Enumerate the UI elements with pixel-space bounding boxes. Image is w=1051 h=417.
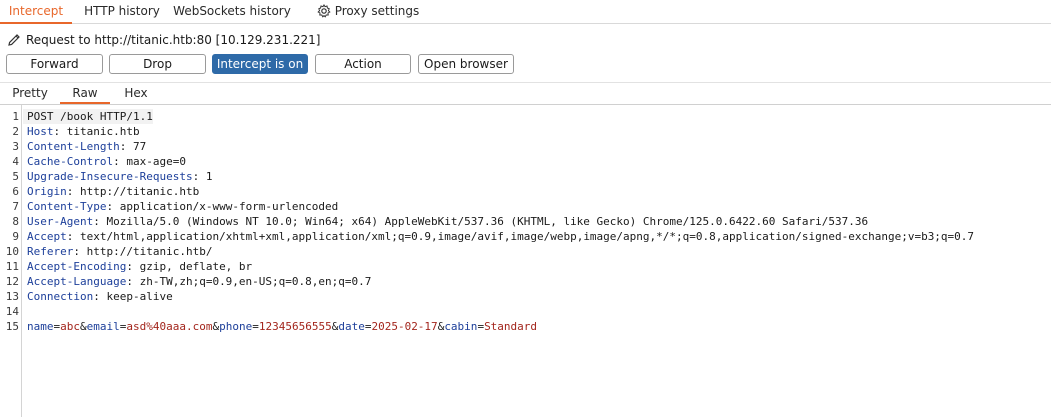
pencil-icon[interactable]	[6, 32, 22, 48]
line-number: 15	[5, 320, 19, 333]
header-name: Cache-Control	[27, 155, 114, 168]
header-name: Accept-Language	[27, 275, 127, 288]
header-name: Accept	[27, 230, 67, 243]
param-value: 2025-02-17	[371, 320, 438, 333]
line-number: 2	[12, 125, 19, 138]
header-name: Host	[27, 125, 54, 138]
line-number: 1	[12, 110, 19, 123]
header-line: Referer: http://titanic.htb/	[27, 245, 213, 258]
header-value: zh-TW,zh;q=0.9,en-US;q=0.8,en;q=0.7	[139, 275, 372, 288]
tab-proxy-settings[interactable]: Proxy settings	[316, 0, 420, 24]
param-key: name	[27, 320, 54, 333]
header-line: Content-Length: 77	[27, 140, 147, 153]
line-number: 9	[12, 230, 19, 243]
line-number: 7	[12, 200, 19, 213]
intercept-toggle-button[interactable]: Intercept is on	[212, 54, 308, 74]
header-value: 1	[205, 170, 213, 183]
drop-button[interactable]: Drop	[109, 54, 206, 74]
param-value: 12345656555	[258, 320, 332, 333]
header-value: application/x-www-form-urlencoded	[119, 200, 339, 213]
forward-button[interactable]: Forward	[6, 54, 103, 74]
param-value: Standard	[484, 320, 538, 333]
line-number: 14	[5, 305, 19, 318]
header-value: keep-alive	[106, 290, 173, 303]
header-name: User-Agent	[27, 215, 94, 228]
divider	[0, 82, 1051, 83]
open-browser-button[interactable]: Open browser	[418, 54, 514, 74]
param-key: phone	[219, 320, 253, 333]
request-target-text: Request to http://titanic.htb:80 [10.129…	[26, 33, 321, 47]
header-value: titanic.htb	[66, 125, 140, 138]
header-name: Referer	[27, 245, 74, 258]
tab-proxy-settings-label: Proxy settings	[334, 4, 420, 18]
header-value: http://titanic.htb/	[86, 245, 213, 258]
header-name: Content-Type	[27, 200, 107, 213]
header-line: Accept-Language: zh-TW,zh;q=0.9,en-US;q=…	[27, 275, 372, 288]
header-name: Content-Length	[27, 140, 120, 153]
param-value: abc	[60, 320, 80, 333]
header-line: Accept: text/html,application/xhtml+xml,…	[27, 230, 975, 243]
header-value: http://titanic.htb	[80, 185, 200, 198]
header-name: Origin	[27, 185, 67, 198]
param-value: asd%40aaa.com	[126, 320, 213, 333]
gear-icon	[317, 3, 331, 18]
header-line: Content-Type: application/x-www-form-url…	[27, 200, 339, 213]
header-name: Accept-Encoding	[27, 260, 127, 273]
header-value: Mozilla/5.0 (Windows NT 10.0; Win64; x64…	[106, 215, 869, 228]
param-key: date	[338, 320, 365, 333]
header-value: text/html,application/xhtml+xml,applicat…	[80, 230, 975, 243]
param-key: cabin	[444, 320, 478, 333]
line-number: 8	[12, 215, 19, 228]
line-number: 4	[12, 155, 19, 168]
request-body: name=abc&email=asd%40aaa.com&phone=12345…	[27, 320, 538, 333]
line-number: 10	[5, 245, 19, 258]
tab-websockets-history[interactable]: WebSockets history	[172, 0, 292, 24]
tab-intercept[interactable]: Intercept	[0, 0, 72, 24]
line-number: 11	[5, 260, 19, 273]
header-name: Upgrade-Insecure-Requests	[27, 170, 193, 183]
request-target: Request to http://titanic.htb:80 [10.129…	[6, 31, 320, 49]
tab-http-history[interactable]: HTTP history	[80, 0, 164, 24]
param-key: email	[86, 320, 120, 333]
tab-hex[interactable]: Hex	[114, 85, 158, 104]
header-line: Cache-Control: max-age=0	[27, 155, 186, 168]
tab-raw[interactable]: Raw	[60, 85, 110, 104]
header-line: User-Agent: Mozilla/5.0 (Windows NT 10.0…	[27, 215, 869, 228]
header-name: Connection	[27, 290, 94, 303]
action-button[interactable]: Action	[315, 54, 411, 74]
header-value: max-age=0	[126, 155, 186, 168]
tab-pretty[interactable]: Pretty	[8, 85, 52, 104]
line-number: 12	[5, 275, 19, 288]
line-number: 6	[12, 185, 19, 198]
divider	[0, 104, 1051, 105]
header-line: Origin: http://titanic.htb	[27, 185, 200, 198]
line-number-gutter: 1 2 3 4 5 6 7 8 9 10 11 12 13 14 15	[0, 105, 22, 417]
line-number: 3	[12, 140, 19, 153]
header-line: Accept-Encoding: gzip, deflate, br	[27, 260, 253, 273]
header-value: 77	[132, 140, 147, 153]
header-line: Upgrade-Insecure-Requests: 1	[27, 170, 213, 183]
line-number: 13	[5, 290, 19, 303]
header-value: gzip, deflate, br	[139, 260, 253, 273]
request-line: POST /book HTTP/1.1	[23, 109, 153, 124]
line-number: 5	[12, 170, 19, 183]
proxy-tab-bar: Intercept HTTP history WebSockets histor…	[0, 0, 1051, 24]
header-line: Connection: keep-alive	[27, 290, 173, 303]
header-line: Host: titanic.htb	[27, 125, 140, 138]
